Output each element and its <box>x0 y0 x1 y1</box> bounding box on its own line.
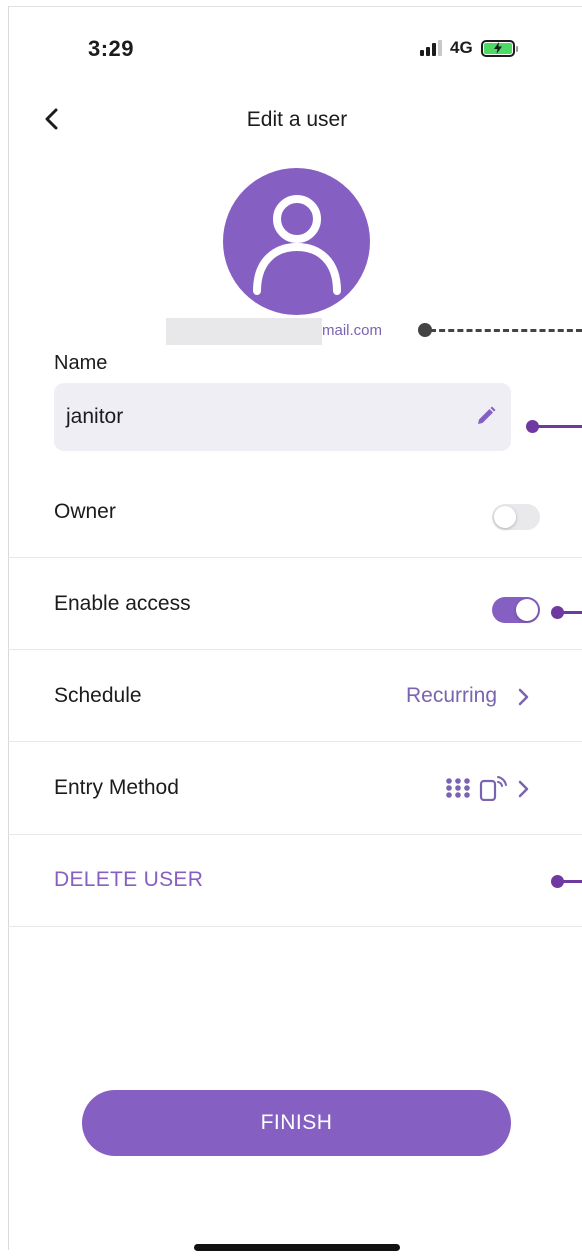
avatar[interactable] <box>223 168 370 315</box>
chevron-right-icon[interactable] <box>516 778 530 800</box>
divider <box>8 649 582 650</box>
entry-method-label: Entry Method <box>54 776 179 799</box>
divider <box>8 741 582 742</box>
phone-tap-icon <box>479 776 507 801</box>
finish-button[interactable]: FINISH <box>82 1090 511 1156</box>
pencil-icon[interactable] <box>475 405 497 427</box>
page-title: Edit a user <box>246 108 348 131</box>
divider <box>8 834 582 835</box>
status-indicators: 4G <box>420 38 518 58</box>
name-value: janitor <box>66 405 124 428</box>
user-avatar-icon <box>252 194 341 295</box>
divider <box>8 926 582 927</box>
owner-label: Owner <box>54 500 116 523</box>
owner-toggle[interactable] <box>492 504 540 530</box>
status-time: 3:29 <box>88 36 135 61</box>
enable-access-label: Enable access <box>54 592 191 615</box>
divider <box>8 557 582 558</box>
schedule-value[interactable]: Recurring <box>406 684 497 708</box>
callout-line <box>536 425 582 428</box>
enable-access-toggle[interactable] <box>492 597 540 623</box>
battery-charging-icon <box>480 39 518 57</box>
keypad-icon <box>446 778 470 798</box>
signal-icon <box>420 40 442 56</box>
home-indicator[interactable] <box>194 1244 400 1251</box>
callout-line <box>560 880 582 883</box>
email-redaction <box>166 318 322 345</box>
callout-dashed-line <box>430 329 582 332</box>
schedule-label: Schedule <box>54 684 142 707</box>
name-field[interactable]: janitor <box>54 383 511 451</box>
name-label: Name <box>54 352 108 374</box>
network-label: 4G <box>450 38 473 57</box>
delete-user-button[interactable]: DELETE USER <box>54 868 203 892</box>
chevron-right-icon[interactable] <box>516 686 530 708</box>
callout-line <box>560 611 582 614</box>
email-address: mail.com <box>322 322 383 339</box>
